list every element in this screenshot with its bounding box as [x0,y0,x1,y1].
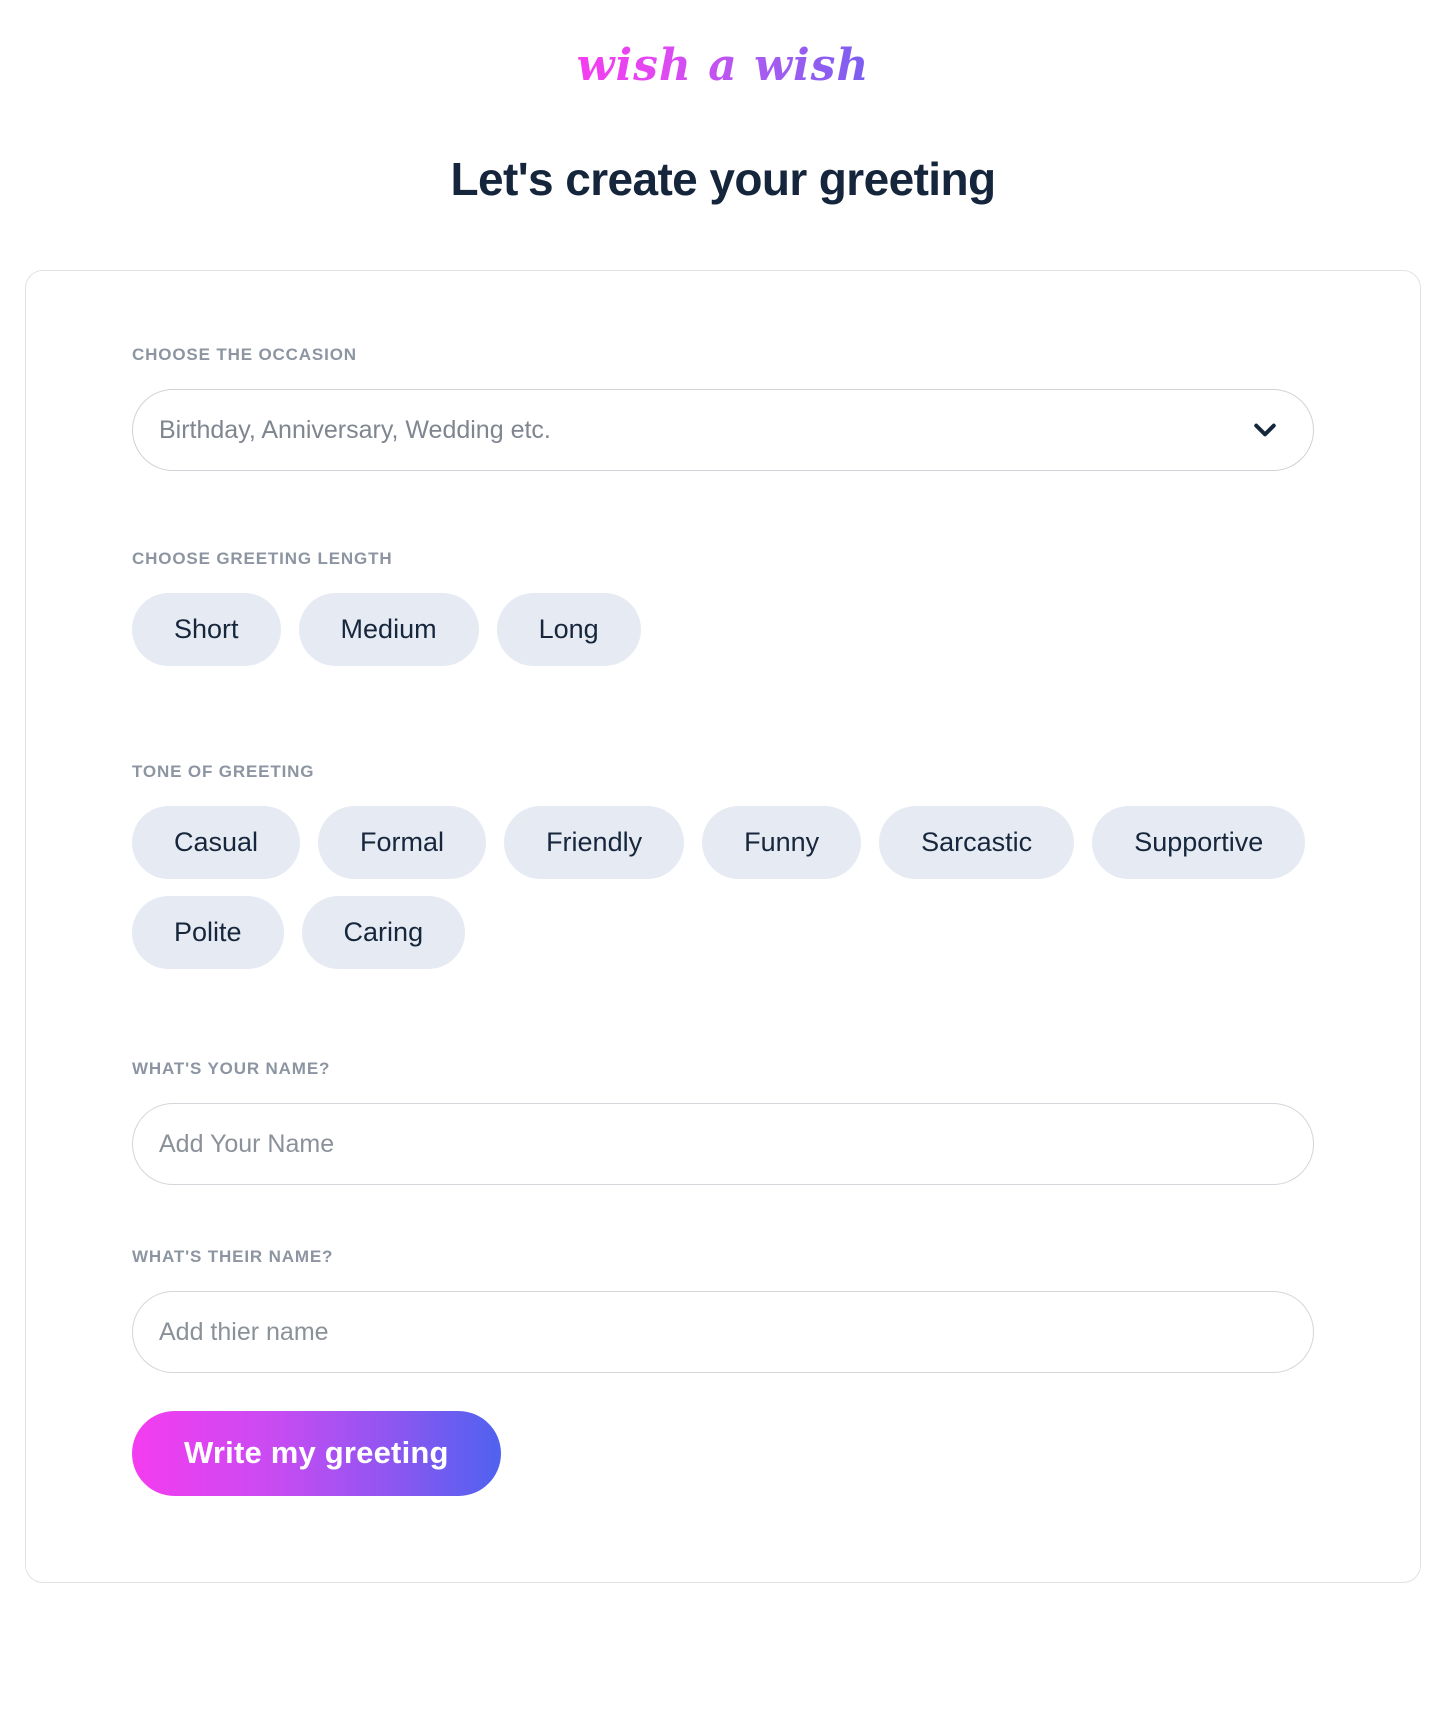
tone-option-supportive[interactable]: Supportive [1092,806,1306,880]
tone-option-sarcastic[interactable]: Sarcastic [879,806,1075,880]
your-name-label: WHAT'S YOUR NAME? [132,1059,331,1079]
occasion-select-wrapper: Birthday, Anniversary, Wedding etc. [132,389,1314,472]
greeting-length-options: Short Medium Long [132,593,1314,667]
field-occasion: CHOOSE THE OCCASION Birthday, Anniversar… [26,345,1420,472]
field-your-name: WHAT'S YOUR NAME? [26,1059,1420,1186]
occasion-select[interactable]: Birthday, Anniversary, Wedding etc. [132,389,1314,472]
tone-option-polite[interactable]: Polite [132,896,284,970]
occasion-label: CHOOSE THE OCCASION [132,345,357,365]
tone-option-caring[interactable]: Caring [301,896,466,970]
their-name-input[interactable] [132,1291,1314,1374]
length-option-short[interactable]: Short [132,593,281,667]
their-name-label: WHAT'S THEIR NAME? [132,1247,334,1267]
write-my-greeting-button[interactable]: Write my greeting [132,1411,501,1497]
field-their-name: WHAT'S THEIR NAME? [26,1247,1420,1374]
greeting-form-card: CHOOSE THE OCCASION Birthday, Anniversar… [25,270,1421,1584]
field-tone: TONE OF GREETING Casual Formal Friendly … [26,762,1420,970]
submit-row: Write my greeting [26,1411,1420,1497]
field-greeting-length: CHOOSE GREETING LENGTH Short Medium Long [26,549,1420,667]
length-option-medium[interactable]: Medium [298,593,479,667]
tone-options: Casual Formal Friendly Funny Sarcastic S… [132,806,1314,970]
tone-option-friendly[interactable]: Friendly [504,806,685,880]
tone-option-formal[interactable]: Formal [318,806,487,880]
tone-option-funny[interactable]: Funny [702,806,862,880]
brand-header: wish a wish [0,0,1446,90]
tone-label: TONE OF GREETING [132,762,315,782]
greeting-length-label: CHOOSE GREETING LENGTH [132,549,393,569]
tone-option-casual[interactable]: Casual [132,806,301,880]
length-option-long[interactable]: Long [496,593,641,667]
your-name-input[interactable] [132,1103,1314,1186]
page-title: Let's create your greeting [450,153,997,206]
app-logo[interactable]: wish a wish [577,41,870,90]
occasion-selected-value: Birthday, Anniversary, Wedding etc. [159,415,551,444]
